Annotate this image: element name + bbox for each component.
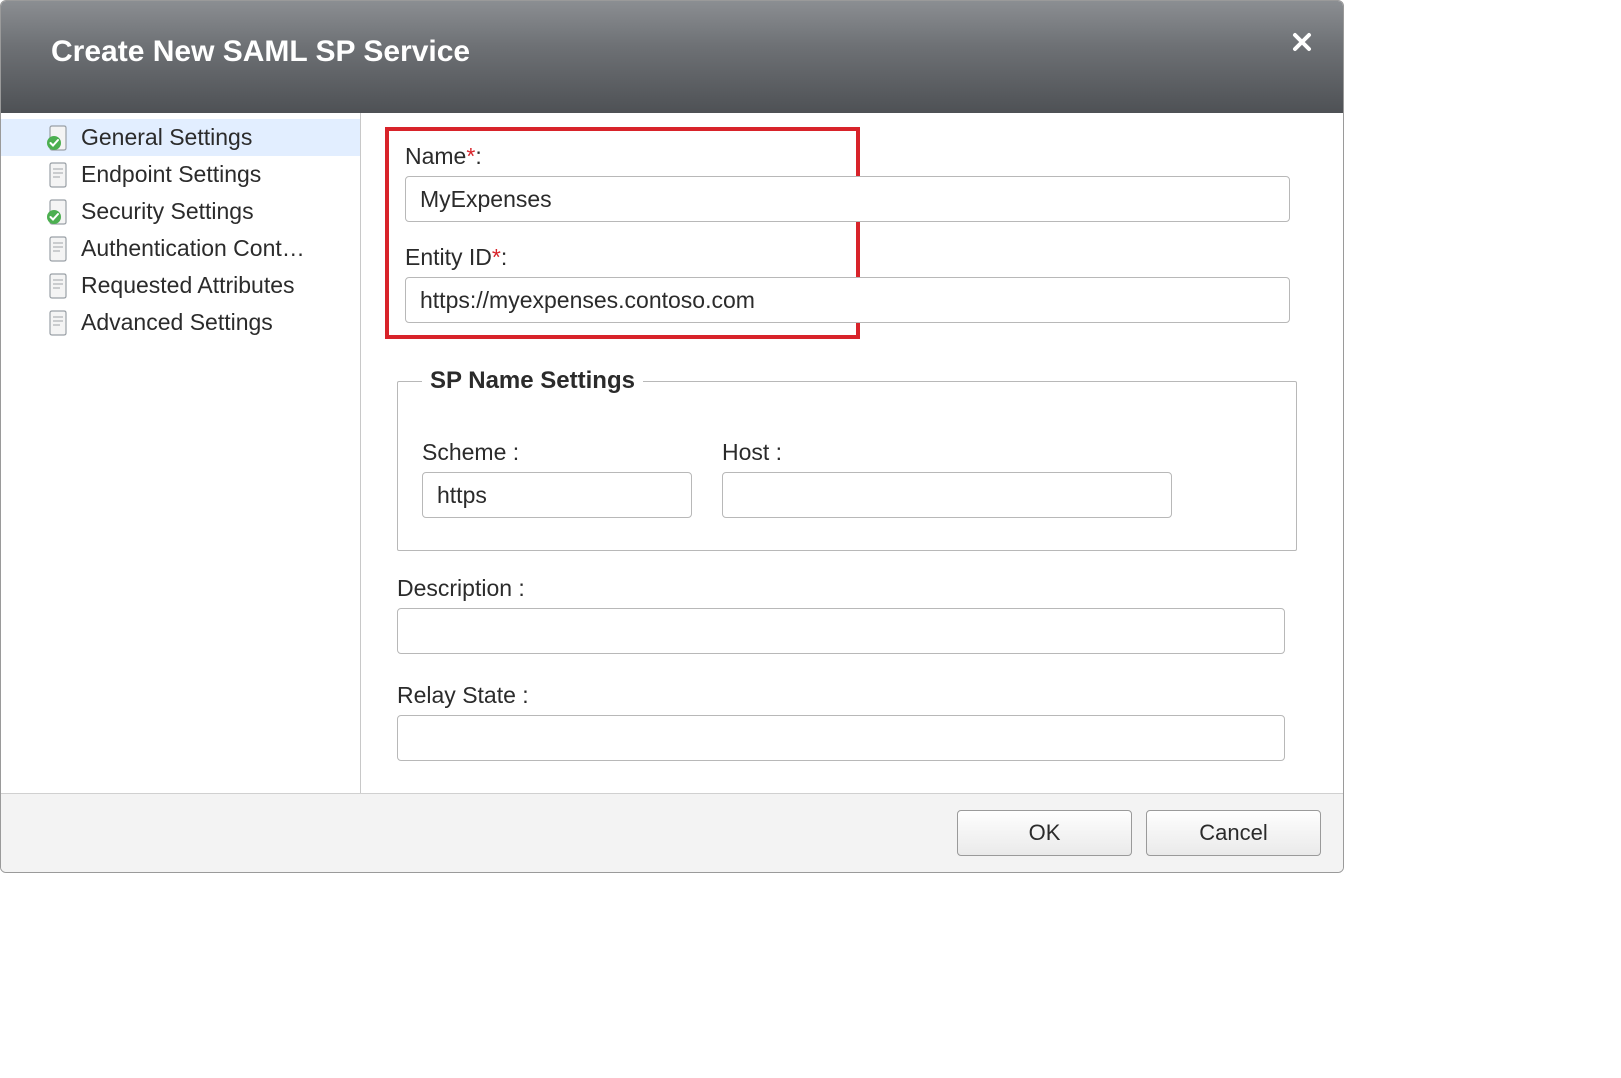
sidebar-item-label: Advanced Settings (81, 309, 273, 336)
description-input[interactable] (397, 608, 1285, 654)
sidebar: General Settings Endpoint Settings Securit… (1, 113, 361, 793)
page-icon (45, 162, 71, 188)
sidebar-item-4[interactable]: Requested Attributes (1, 267, 360, 304)
dialog-body: General Settings Endpoint Settings Securit… (1, 113, 1343, 793)
relay-state-input[interactable] (397, 715, 1285, 761)
scheme-combo[interactable] (422, 472, 692, 518)
sidebar-item-label: Security Settings (81, 198, 254, 225)
page-check-icon (45, 125, 71, 151)
name-input[interactable] (405, 176, 1290, 222)
sidebar-item-label: Authentication Cont… (81, 235, 305, 262)
host-label: Host : (722, 439, 1172, 466)
sidebar-item-2[interactable]: Security Settings (1, 193, 360, 230)
dialog-footer: OK Cancel (1, 793, 1343, 872)
ok-button[interactable]: OK (957, 810, 1132, 856)
name-label: Name*: (405, 143, 840, 170)
sp-name-settings-legend: SP Name Settings (422, 367, 643, 395)
sidebar-item-label: General Settings (81, 124, 252, 151)
close-icon[interactable] (1291, 29, 1313, 60)
page-check-icon (45, 199, 71, 225)
highlight-box: Name*: Entity ID*: (385, 127, 860, 339)
main-panel: Name*: Entity ID*: SP Name Settings Sche… (361, 113, 1343, 793)
sidebar-item-label: Endpoint Settings (81, 161, 261, 188)
cancel-button[interactable]: Cancel (1146, 810, 1321, 856)
entity-id-label: Entity ID*: (405, 244, 840, 271)
page-icon (45, 310, 71, 336)
sidebar-item-0[interactable]: General Settings (1, 119, 360, 156)
sidebar-item-3[interactable]: Authentication Cont… (1, 230, 360, 267)
description-label: Description : (397, 575, 1319, 602)
dialog-header: Create New SAML SP Service (1, 1, 1343, 113)
scheme-input[interactable] (423, 473, 747, 517)
dialog-title: Create New SAML SP Service (51, 35, 1293, 69)
entity-id-input[interactable] (405, 277, 1290, 323)
sidebar-item-1[interactable]: Endpoint Settings (1, 156, 360, 193)
dialog: Create New SAML SP Service General Setti… (0, 0, 1344, 873)
scheme-label: Scheme : (422, 439, 692, 466)
relay-state-label: Relay State : (397, 682, 1319, 709)
sidebar-item-label: Requested Attributes (81, 272, 295, 299)
sp-name-settings-fieldset: SP Name Settings Scheme : Host : (397, 367, 1297, 551)
sidebar-item-5[interactable]: Advanced Settings (1, 304, 360, 341)
page-icon (45, 273, 71, 299)
host-input[interactable] (722, 472, 1172, 518)
page-icon (45, 236, 71, 262)
